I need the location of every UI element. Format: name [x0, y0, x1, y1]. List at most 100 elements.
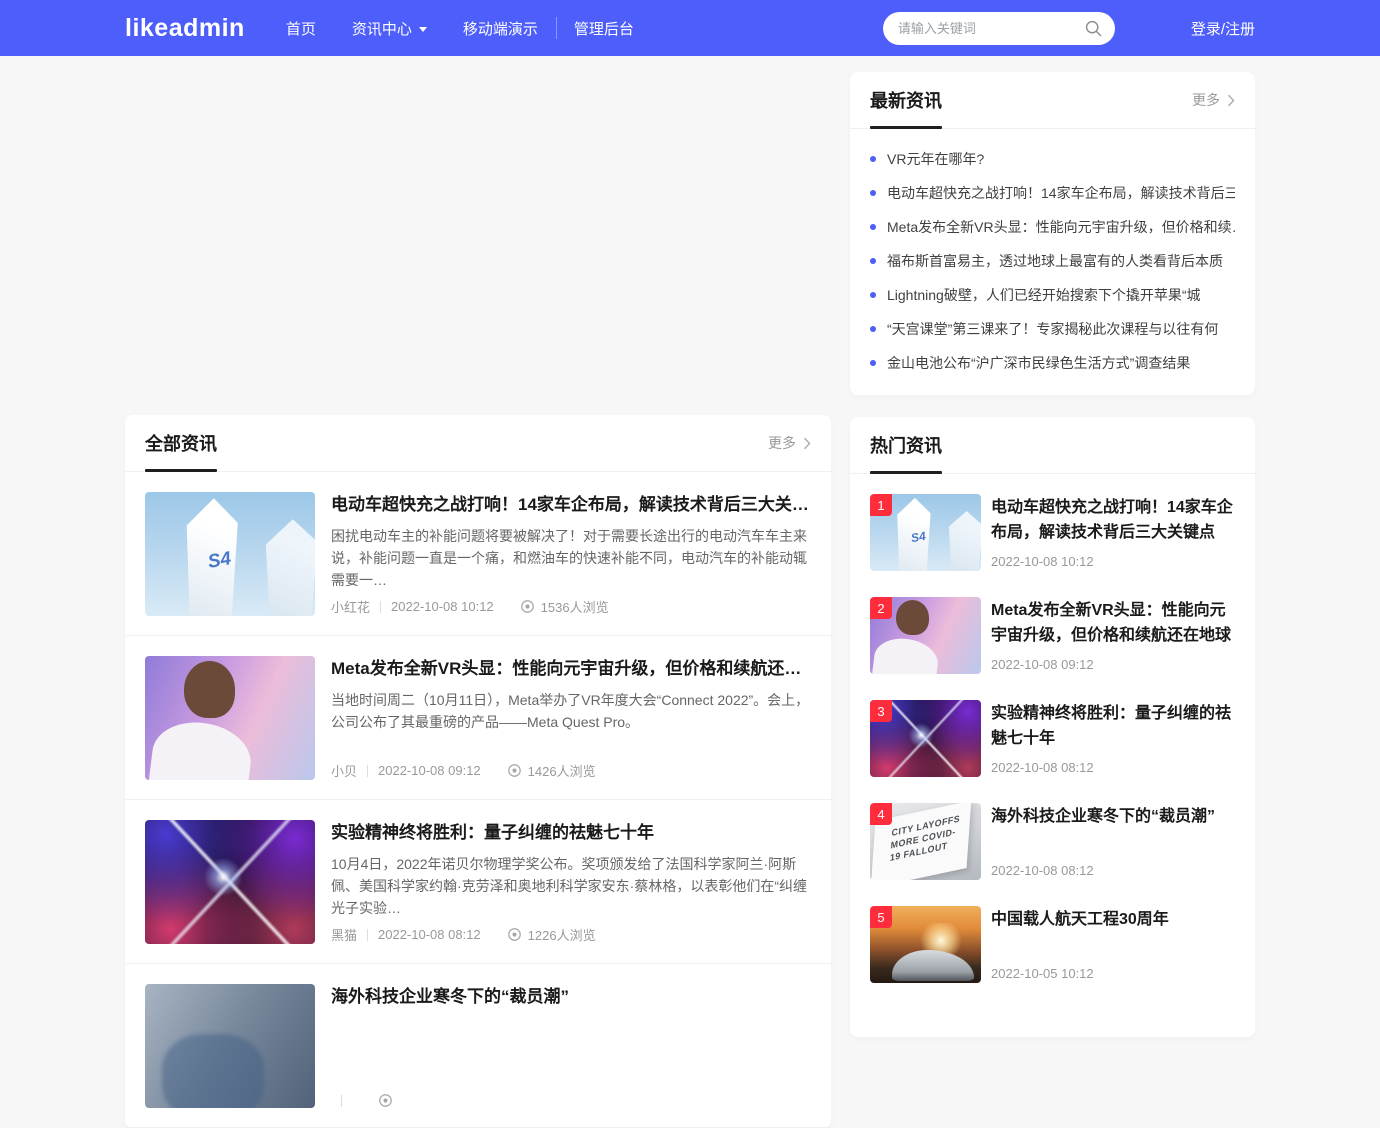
- thumbnail-caption: S4: [206, 548, 233, 574]
- main-nav: 首页 资讯中心 移动端演示 管理后台: [286, 0, 634, 56]
- news-date: 2022-10-08 08:12: [991, 863, 1235, 878]
- news-list-item[interactable]: S4 电动车超快充之战打响！14家车企布局，解读技术背后三大关键点 困扰电动车主…: [125, 472, 831, 636]
- latest-news-item[interactable]: 电动车超快充之战打响！14家车企布局，解读技术背后三…: [870, 176, 1235, 210]
- news-description: [331, 1017, 811, 1087]
- latest-news-item[interactable]: Meta发布全新VR头显：性能向元宇宙升级，但价格和续…还: [870, 210, 1235, 244]
- latest-news-text: Lightning破壁，人们已经开始搜索下个撬开苹果“城: [887, 285, 1201, 305]
- thumbnail-decor: [184, 661, 235, 718]
- hot-news-item[interactable]: 1 S4 电动车超快充之战打响！14家车企布局，解读技术背后三大关键点 2022…: [870, 494, 1235, 571]
- news-body: Meta发布全新VR头显：性能向元宇宙升级，但价格和续航还在地球 当地时间周二（…: [331, 656, 811, 780]
- eye-icon: [507, 763, 522, 778]
- eye-icon: [520, 599, 535, 614]
- logo[interactable]: likeadmin: [125, 14, 245, 43]
- news-body: 海外科技企业寒冬下的“裁员潮”: [331, 984, 811, 1108]
- news-thumbnail[interactable]: 5: [870, 906, 981, 983]
- news-title: 海外科技企业寒冬下的“裁员潮”: [331, 984, 811, 1010]
- news-date: 2022-10-08 10:12: [991, 554, 1235, 569]
- hot-news-title: 热门资讯: [870, 417, 942, 473]
- meta-divider: [341, 1095, 342, 1107]
- news-thumbnail[interactable]: 4 CITY LAYOFFS More COVID-19 fallout: [870, 803, 981, 880]
- chevron-right-icon: [1227, 94, 1235, 107]
- navbar: likeadmin 首页 资讯中心 移动端演示 管理后台: [0, 0, 1380, 56]
- news-thumbnail[interactable]: [145, 820, 315, 944]
- news-views: 1536人浏览: [520, 597, 609, 616]
- bullet-dot-icon: [870, 258, 876, 264]
- thumbnail-decor: [896, 600, 929, 635]
- latest-news-item[interactable]: 金山电池公布“沪广深市民绿色生活方式”调查结果: [870, 346, 1235, 380]
- news-body: 实验精神终将胜利：量子纠缠的祛魅七十年 2022-10-08 08:12: [991, 700, 1235, 777]
- news-list-item[interactable]: 实验精神终将胜利：量子纠缠的祛魅七十年 10月4日，2022年诺贝尔物理学奖公布…: [125, 800, 831, 964]
- latest-news-item[interactable]: “天宫课堂”第三课来了！专家揭秘此次课程与以往有何: [870, 312, 1235, 346]
- news-date: 2022-10-05 10:12: [991, 966, 1235, 981]
- all-news-more-link[interactable]: 更多: [768, 433, 811, 453]
- news-body: Meta发布全新VR头显：性能向元宇宙升级，但价格和续航还在地球 2022-10…: [991, 597, 1235, 674]
- news-thumbnail[interactable]: 1 S4: [870, 494, 981, 571]
- hot-news-item[interactable]: 5 中国载人航天工程30周年 2022-10-05 10:12: [870, 906, 1235, 983]
- nav-item[interactable]: 首页: [286, 0, 316, 56]
- hot-news-card: 热门资讯 1 S4 电动车超快充之战打响！14家车企布局，解读技术背后三大关键点: [850, 417, 1255, 1037]
- latest-news-title: 最新资讯: [870, 72, 942, 128]
- views-count: 1536人浏览: [541, 597, 609, 616]
- latest-news-item[interactable]: Lightning破壁，人们已经开始搜索下个撬开苹果“城: [870, 278, 1235, 312]
- eye-icon: [378, 1093, 393, 1108]
- latest-news-card: 最新资讯 更多 VR元年在哪年? 电动车超快充之战打响！14家车企布局，解读技术…: [850, 72, 1255, 395]
- news-description: 困扰电动车主的补能问题将要被解决了！对于需要长途出行的电动汽车车主来说，补能问题…: [331, 525, 811, 591]
- hot-news-list: 1 S4 电动车超快充之战打响！14家车企布局，解读技术背后三大关键点 2022…: [850, 474, 1255, 1019]
- news-body: 实验精神终将胜利：量子纠缠的祛魅七十年 10月4日，2022年诺贝尔物理学奖公布…: [331, 820, 811, 944]
- latest-news-text: 福布斯首富易主，透过地球上最富有的人类看背后本质: [887, 251, 1223, 271]
- news-list-item[interactable]: Meta发布全新VR头显：性能向元宇宙升级，但价格和续航还在地球 当地时间周二（…: [125, 636, 831, 800]
- news-meta: [331, 1093, 811, 1108]
- thumbnail-decor: [148, 717, 254, 780]
- news-title: 电动车超快充之战打响！14家车企布局，解读技术背后三大关键点: [331, 492, 811, 518]
- nav-item-label: 管理后台: [574, 18, 634, 39]
- hot-news-item[interactable]: 4 CITY LAYOFFS More COVID-19 fallout 海外科…: [870, 803, 1235, 880]
- all-news-card: 全部资讯 更多 S4 电动车超快充之战打响！14家车企布局，: [125, 415, 831, 1128]
- rank-badge: 3: [870, 700, 892, 722]
- nav-item[interactable]: 移动端演示: [463, 0, 538, 56]
- news-date: 2022-10-08 10:12: [391, 599, 494, 614]
- thumbnail-decor: [943, 511, 981, 571]
- news-date: 2022-10-08 09:12: [378, 763, 481, 778]
- nav-item[interactable]: 管理后台: [574, 0, 634, 56]
- news-author: 黑猫: [331, 925, 357, 944]
- search-input[interactable]: [883, 12, 1115, 45]
- login-register-link[interactable]: 登录/注册: [1191, 18, 1255, 39]
- news-title: 中国载人航天工程30周年: [991, 907, 1235, 932]
- rank-badge: 1: [870, 494, 892, 516]
- rank-badge: 2: [870, 597, 892, 619]
- all-news-title: 全部资讯: [145, 415, 217, 471]
- news-body: 海外科技企业寒冬下的“裁员潮” 2022-10-08 08:12: [991, 803, 1235, 880]
- rank-badge: 5: [870, 906, 892, 928]
- news-thumbnail[interactable]: [145, 656, 315, 780]
- meta-divider: [367, 929, 368, 941]
- chevron-down-icon: [419, 27, 427, 32]
- hot-news-item[interactable]: 3 实验精神终将胜利：量子纠缠的祛魅七十年 2022-10-08 08:12: [870, 700, 1235, 777]
- meta-divider: [367, 765, 368, 777]
- news-body: 电动车超快充之战打响！14家车企布局，解读技术背后三大关键点 困扰电动车主的补能…: [331, 492, 811, 616]
- news-description: 10月4日，2022年诺贝尔物理学奖公布。奖项颁发给了法国科学家阿兰·阿斯佩、美…: [331, 853, 811, 919]
- bullet-dot-icon: [870, 326, 876, 332]
- nav-item[interactable]: 资讯中心: [352, 0, 427, 56]
- news-thumbnail[interactable]: 3: [870, 700, 981, 777]
- news-author: 小红花: [331, 597, 370, 616]
- latest-news-text: Meta发布全新VR头显：性能向元宇宙升级，但价格和续…还: [887, 217, 1235, 237]
- news-views: 1226人浏览: [507, 925, 596, 944]
- nav-item-label: 首页: [286, 18, 316, 39]
- meta-divider: [380, 601, 381, 613]
- news-views: [378, 1093, 399, 1108]
- latest-news-more-link[interactable]: 更多: [1192, 90, 1235, 110]
- news-thumbnail[interactable]: S4: [145, 492, 315, 616]
- news-thumbnail[interactable]: [145, 984, 315, 1108]
- latest-news-text: VR元年在哪年?: [887, 149, 984, 169]
- news-date: 2022-10-08 09:12: [991, 657, 1235, 672]
- news-list-item[interactable]: 海外科技企业寒冬下的“裁员潮”: [125, 964, 831, 1128]
- news-thumbnail[interactable]: 2: [870, 597, 981, 674]
- thumbnail-decor: [872, 635, 941, 674]
- hot-news-header: 热门资讯: [850, 417, 1255, 474]
- search-icon[interactable]: [1085, 20, 1102, 37]
- hot-news-item[interactable]: 2 Meta发布全新VR头显：性能向元宇宙升级，但价格和续航还在地球 2022-…: [870, 597, 1235, 674]
- latest-news-item[interactable]: 福布斯首富易主，透过地球上最富有的人类看背后本质: [870, 244, 1235, 278]
- views-count: 1426人浏览: [528, 761, 596, 780]
- thumbnail-decor: [162, 1034, 264, 1108]
- latest-news-item[interactable]: VR元年在哪年?: [870, 142, 1235, 176]
